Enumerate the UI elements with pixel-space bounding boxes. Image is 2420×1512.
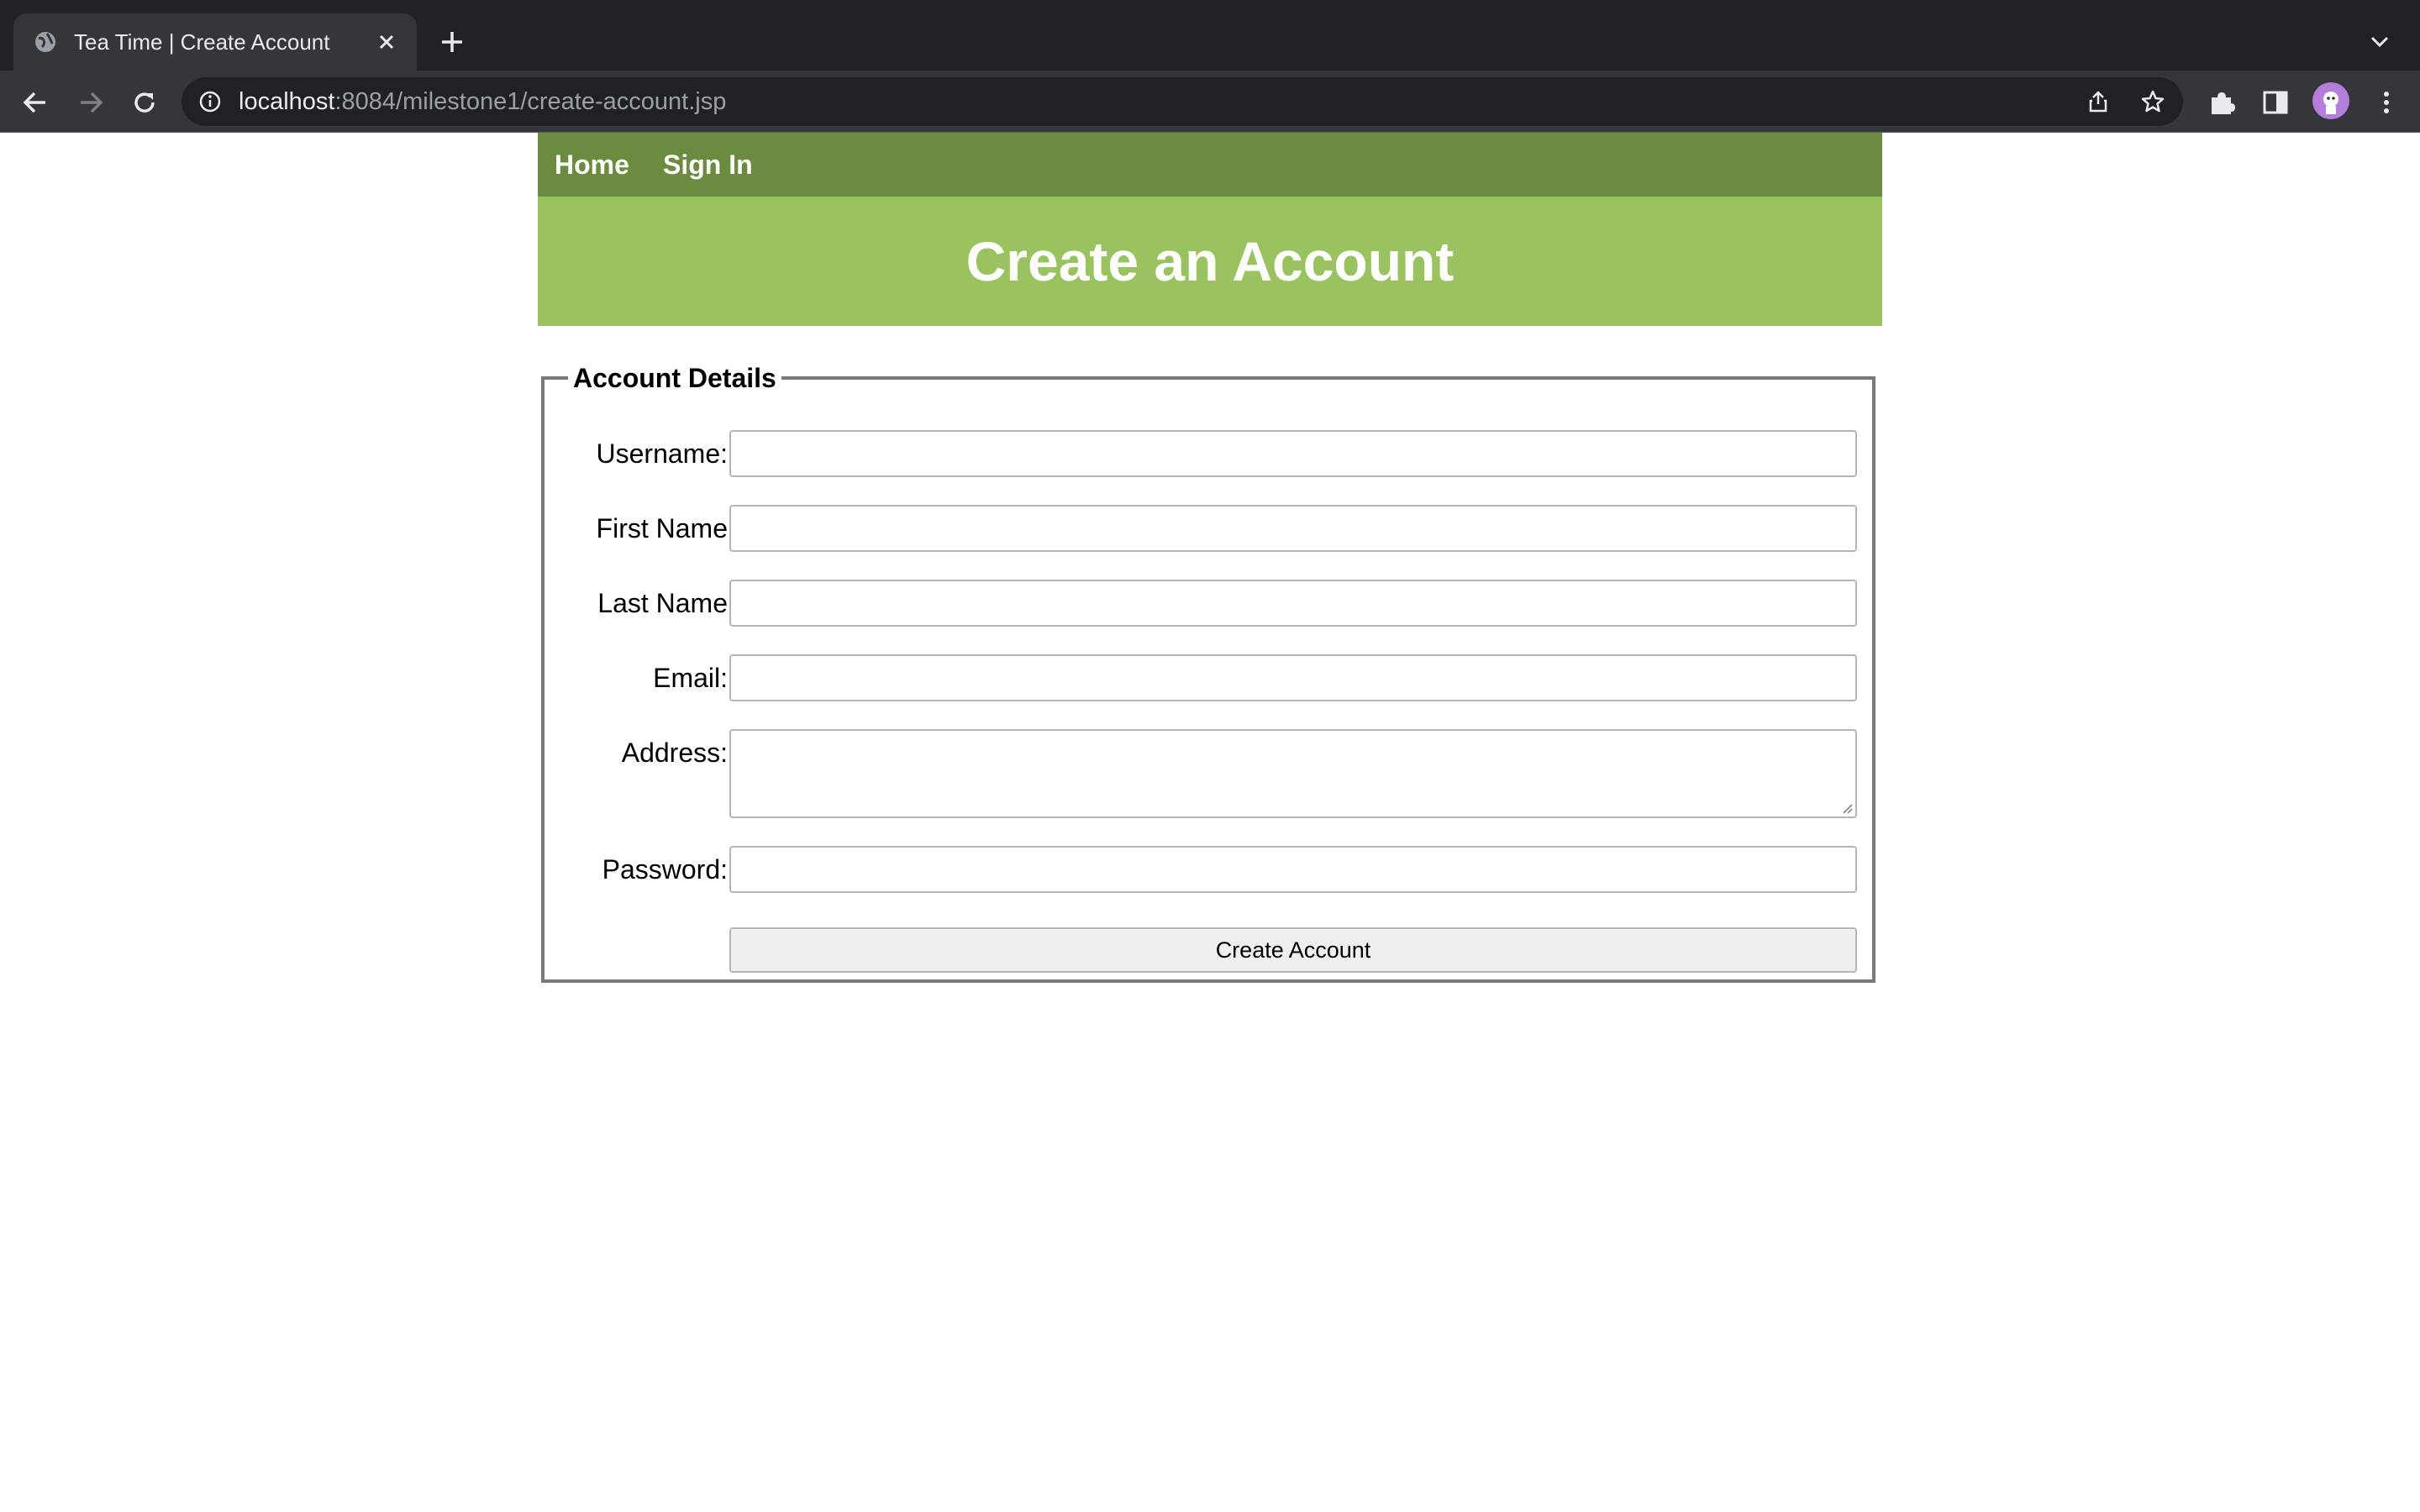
profile-face-icon — [2323, 92, 2338, 114]
create-account-button[interactable]: Create Account — [729, 927, 1857, 973]
address-label: Address: — [621, 738, 728, 768]
bookmark-star-icon[interactable] — [2139, 88, 2166, 115]
globe-icon — [35, 32, 55, 52]
forward-arrow-icon[interactable] — [74, 86, 108, 119]
username-label: Username: — [596, 438, 729, 469]
fieldset-legend: Account Details — [568, 361, 781, 395]
nav-link-home[interactable]: Home — [555, 150, 629, 180]
more-menu-icon[interactable] — [2370, 86, 2403, 119]
first-name-label: First Name — [596, 513, 728, 543]
account-details-fieldset: Account Details Username: First Name Las… — [541, 361, 1876, 983]
browser-tab-strip: Tea Time | Create Account — [0, 0, 2420, 71]
page-banner: Create an Account — [538, 197, 1882, 326]
reload-icon[interactable] — [128, 86, 161, 119]
browser-tab[interactable]: Tea Time | Create Account — [13, 13, 417, 71]
new-tab-icon[interactable] — [437, 27, 467, 57]
password-input[interactable] — [729, 846, 1857, 893]
resize-grip-icon[interactable] — [1839, 800, 1854, 815]
username-input[interactable] — [729, 430, 1857, 477]
nav-bar: Home Sign In — [538, 133, 1882, 197]
page-container: Home Sign In Create an Account Account D… — [538, 133, 1882, 983]
last-name-input[interactable] — [729, 580, 1857, 627]
first-name-input[interactable] — [729, 505, 1857, 552]
nav-link-sign-in[interactable]: Sign In — [663, 150, 753, 180]
chevron-down-icon[interactable] — [2366, 30, 2393, 54]
profile-avatar[interactable] — [2312, 82, 2349, 119]
url-text[interactable]: localhost:8084/milestone1/create-account… — [239, 89, 726, 114]
tab-title: Tea Time | Create Account — [74, 29, 330, 55]
back-arrow-icon[interactable] — [18, 86, 52, 119]
extensions-puzzle-icon[interactable] — [2205, 86, 2238, 119]
url-path: :8084/milestone1/create-account.jsp — [334, 88, 727, 115]
address-textarea[interactable] — [729, 729, 1857, 818]
last-name-label: Last Name — [597, 588, 728, 618]
info-icon[interactable] — [198, 90, 222, 113]
close-icon[interactable] — [373, 29, 400, 55]
url-host: localhost — [239, 88, 335, 115]
address-bar[interactable]: localhost:8084/milestone1/create-account… — [182, 77, 2183, 126]
password-label: Password: — [602, 854, 728, 885]
email-input[interactable] — [729, 654, 1857, 701]
email-label: Email: — [653, 663, 728, 693]
page-title: Create an Account — [965, 230, 1455, 292]
share-icon[interactable] — [2086, 89, 2111, 114]
side-panel-icon[interactable] — [2259, 86, 2292, 119]
browser-toolbar: localhost:8084/milestone1/create-account… — [0, 71, 2420, 133]
